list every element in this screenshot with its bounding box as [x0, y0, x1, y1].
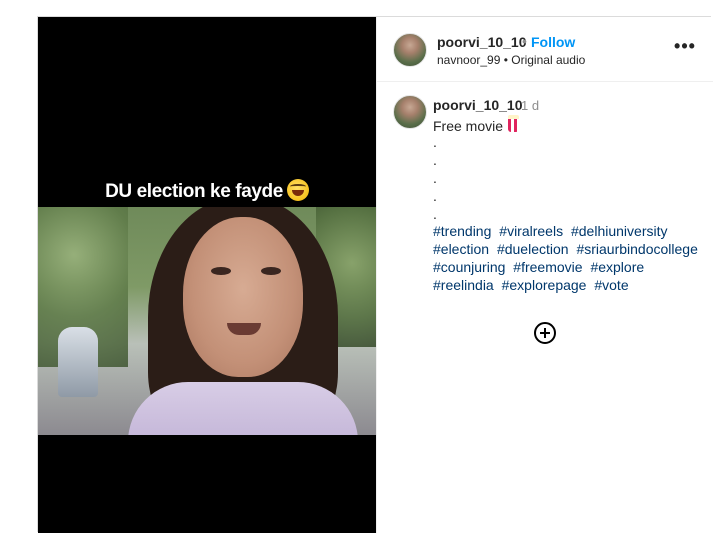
hashtag-link[interactable]: #election: [433, 241, 489, 257]
follow-button[interactable]: Follow: [531, 34, 575, 50]
video-frame: [38, 207, 376, 435]
person-shirt: [128, 382, 358, 435]
hashtag-link[interactable]: #trending: [433, 223, 491, 239]
caption-dots: . . . . .: [433, 133, 437, 223]
eye-right: [261, 267, 281, 275]
hashtag-link[interactable]: #explore: [590, 259, 644, 275]
caption-dot: .: [433, 134, 437, 150]
reel-video[interactable]: DU election ke fayde: [38, 17, 376, 533]
hashtag-list: #trending #viralreels #delhiuniversity #…: [433, 222, 708, 294]
avatar[interactable]: [393, 33, 427, 67]
hashtag-link[interactable]: #delhiuniversity: [571, 223, 668, 239]
video-caption-text: DU election ke fayde: [105, 181, 283, 202]
person-face: [183, 217, 303, 377]
caption-text: Free movie: [433, 115, 520, 134]
hashtag-link[interactable]: #explorepage: [502, 277, 587, 293]
post-sidebar: poorvi_10_10 • Follow navnoor_99 • Origi…: [376, 17, 713, 533]
load-more-comments-icon[interactable]: [534, 322, 556, 344]
hashtag-link[interactable]: #counjuring: [433, 259, 505, 275]
caption-dot: .: [433, 188, 437, 204]
more-options-icon[interactable]: •••: [673, 37, 697, 59]
caption-avatar[interactable]: [393, 95, 427, 129]
caption-dot: .: [433, 206, 437, 222]
hashtag-link[interactable]: #freemovie: [513, 259, 582, 275]
mouth: [227, 323, 261, 335]
popcorn-emoji-icon: [508, 115, 520, 132]
hashtag-link[interactable]: #reelindia: [433, 277, 494, 293]
eye-left: [211, 267, 231, 275]
caption-username[interactable]: poorvi_10_10: [433, 97, 523, 113]
caption-dot: .: [433, 170, 437, 186]
post-header: poorvi_10_10 • Follow navnoor_99 • Origi…: [377, 17, 713, 82]
hashtag-link[interactable]: #viralreels: [499, 223, 563, 239]
video-caption-overlay: DU election ke fayde: [38, 179, 376, 203]
caption-timestamp[interactable]: 1 d: [521, 98, 539, 113]
hashtag-link[interactable]: #sriaurbindocollege: [576, 241, 697, 257]
hashtag-link[interactable]: #duelection: [497, 241, 569, 257]
caption-text-value: Free movie: [433, 118, 504, 134]
header-username[interactable]: poorvi_10_10: [437, 34, 527, 50]
caption-dot: .: [433, 152, 437, 168]
laughing-emoji-icon: [286, 179, 309, 201]
post-card: DU election ke fayde poorvi_10_10 • Foll…: [37, 16, 713, 533]
hashtag-link[interactable]: #vote: [594, 277, 628, 293]
background-person: [58, 327, 98, 397]
header-separator: •: [522, 33, 527, 49]
audio-line[interactable]: navnoor_99 • Original audio: [437, 53, 585, 67]
